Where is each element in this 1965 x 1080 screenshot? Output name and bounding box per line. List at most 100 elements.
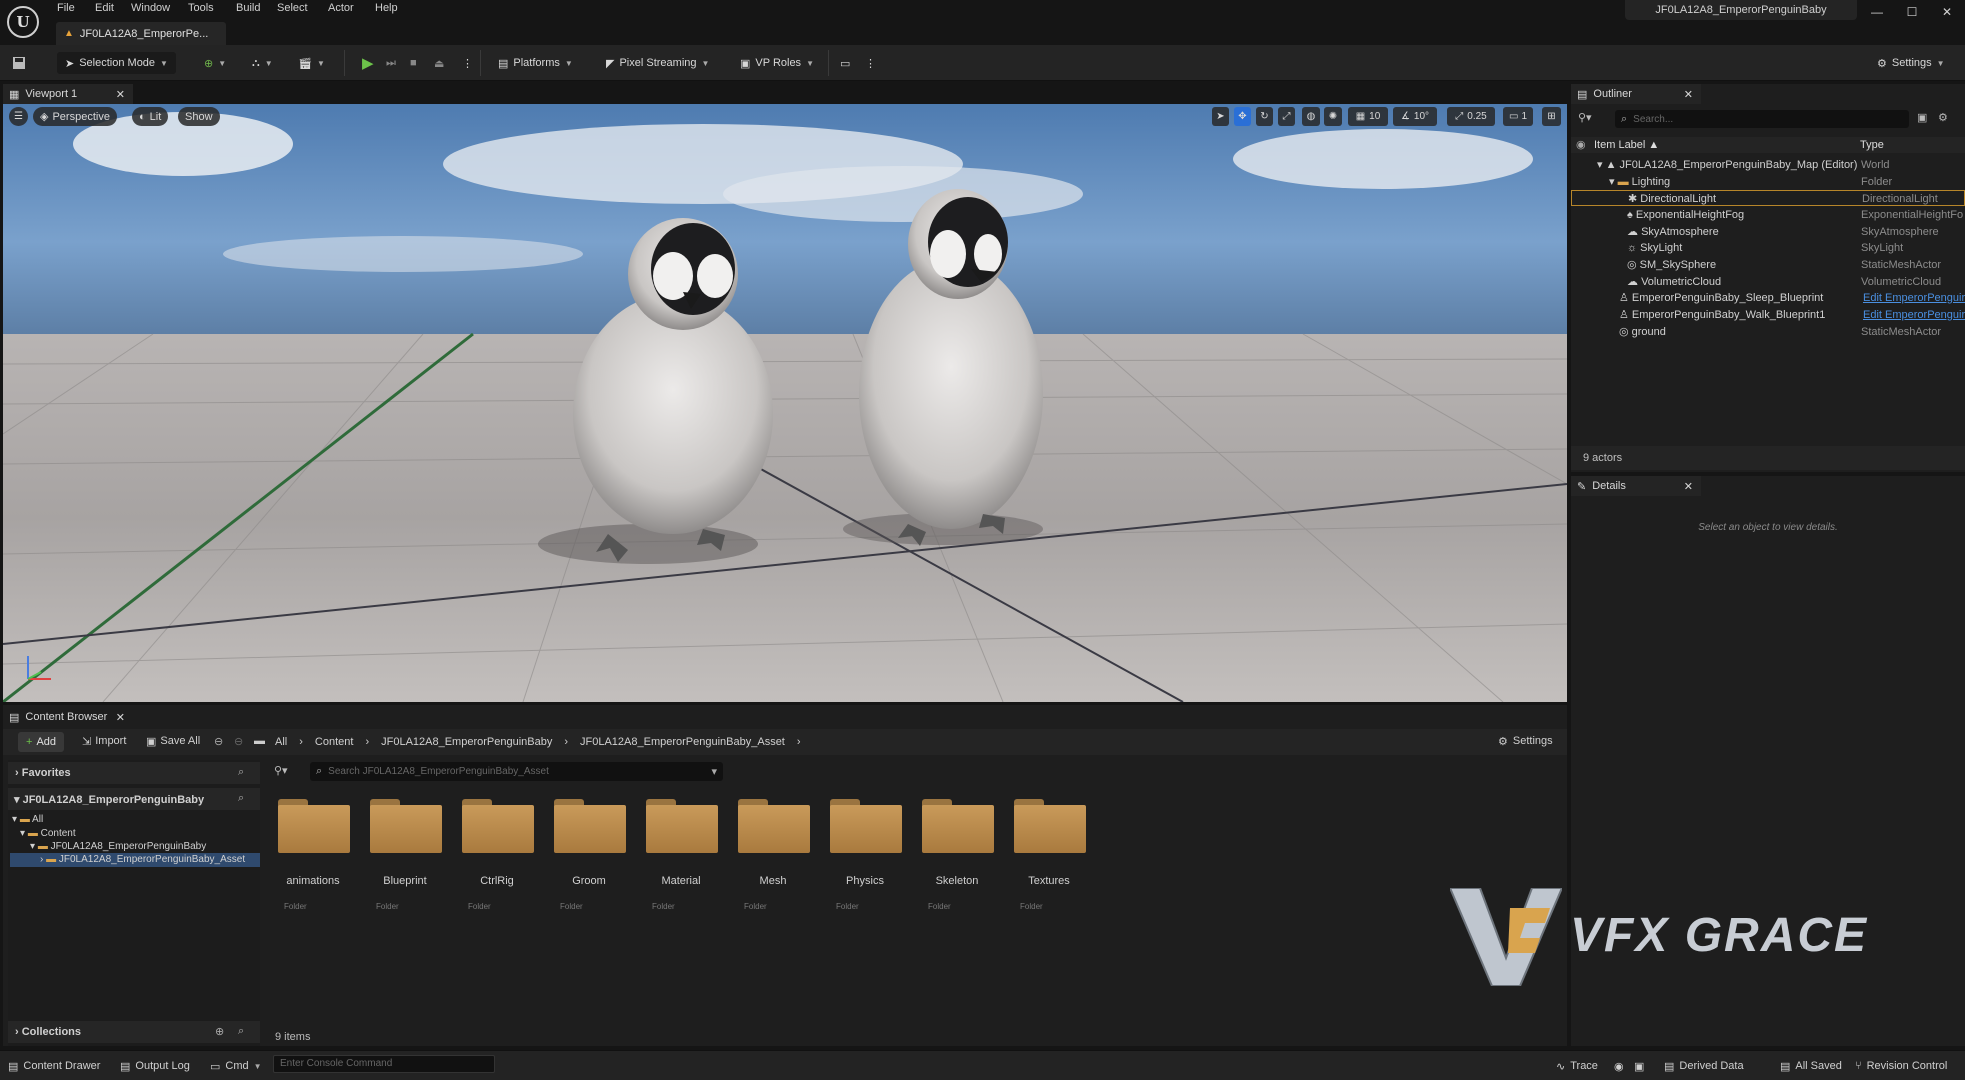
rotate-tool-icon[interactable]: ↻ — [1256, 107, 1273, 126]
blueprint-icon[interactable]: ⛬ ▼ — [252, 52, 273, 74]
column-type[interactable]: Type — [1860, 139, 1884, 151]
perspective-button[interactable]: ◈ Perspective — [33, 107, 117, 126]
close-tab-icon[interactable]: ✕ — [116, 88, 125, 101]
save-all-button[interactable]: ▣ Save All — [146, 735, 200, 748]
filter-icon[interactable]: ⚲▾ — [1578, 111, 1592, 124]
outliner-row[interactable]: ▾ ▲ JF0LA12A8_EmperorPenguinBaby_Map (Ed… — [1571, 157, 1965, 173]
content-drawer-button[interactable]: ▤ Content Drawer — [8, 1058, 100, 1074]
world-space-icon[interactable]: ◍ — [1302, 107, 1320, 126]
eject-icon[interactable]: ⏏ — [434, 52, 444, 74]
menu-actor[interactable]: Actor — [328, 0, 354, 16]
outliner-row[interactable]: ♙ EmperorPenguinBaby_Sleep_Blueprint Edit… — [1571, 290, 1965, 306]
camera-speed-button[interactable]: ▭ 1 — [1503, 107, 1533, 126]
play-icon[interactable]: ▶ — [362, 52, 374, 74]
cmd-dropdown[interactable]: ▭ Cmd ▼ — [210, 1058, 262, 1074]
stop-icon[interactable]: ■ — [410, 52, 417, 74]
play-options-icon[interactable]: ⋮ — [462, 52, 473, 74]
all-saved-button[interactable]: ▤ All Saved — [1780, 1058, 1842, 1074]
revision-control-button[interactable]: ⑂ Revision Control — [1855, 1058, 1947, 1074]
outliner-row[interactable]: ☁ VolumetricCloud VolumetricCloud — [1571, 274, 1965, 290]
outliner-row[interactable]: ♠ ExponentialHeightFog ExponentialHeightF… — [1571, 207, 1965, 223]
menu-help[interactable]: Help — [375, 0, 398, 16]
content-browser-tab[interactable]: ▤ Content Browser ✕ — [3, 707, 133, 727]
tree-item-all[interactable]: ▾ ▬ All — [12, 813, 43, 827]
vp-roles-dropdown[interactable]: ▣ VP Roles ▼ — [740, 52, 814, 74]
add-folder-icon[interactable]: ▣ — [1917, 111, 1927, 124]
actor-count: 9 actors — [1583, 452, 1623, 464]
content-search-input[interactable]: ⌕ Search JF0LA12A8_EmperorPenguinBaby_As… — [310, 762, 723, 781]
add-actor-icon[interactable]: ⊕ ▼ — [204, 52, 226, 74]
surface-snap-icon[interactable]: ✺ — [1324, 107, 1342, 126]
outliner-row[interactable]: ♙ EmperorPenguinBaby_Walk_Blueprint1 Edit… — [1571, 307, 1965, 323]
layout-icon[interactable]: ▭ — [840, 52, 850, 74]
outliner-row[interactable]: ◎ SM_SkySphere StaticMeshActor — [1571, 257, 1965, 273]
filter-icon[interactable]: ⚲▾ — [274, 764, 288, 777]
outliner-row[interactable]: ✱ DirectionalLight DirectionalLight — [1571, 190, 1965, 206]
minimize-icon[interactable]: — — [1862, 2, 1892, 22]
folder-nav-icon[interactable]: ▬ — [254, 735, 265, 747]
scale-tool-icon[interactable]: ⤢ — [1278, 107, 1295, 126]
search-icon[interactable]: ⌕ — [238, 792, 244, 805]
output-log-button[interactable]: ▤ Output Log — [120, 1058, 190, 1074]
outliner-row[interactable]: ☼ SkyLight SkyLight — [1571, 240, 1965, 256]
trace-button[interactable]: ∿ Trace — [1556, 1058, 1598, 1074]
maximize-icon[interactable]: ☐ — [1897, 2, 1927, 22]
cb-settings-button[interactable]: ⚙ Settings — [1498, 735, 1553, 748]
search-icon[interactable]: ⌕ — [238, 1025, 244, 1038]
translate-tool-icon[interactable]: ✥ — [1234, 107, 1251, 126]
outliner-row[interactable]: ▾ ▬ Lighting Folder — [1571, 174, 1965, 190]
menu-select[interactable]: Select — [277, 0, 308, 16]
menu-file[interactable]: File — [57, 0, 75, 16]
outliner-row[interactable]: ☁ SkyAtmosphere SkyAtmosphere — [1571, 224, 1965, 240]
menu-tools[interactable]: Tools — [188, 0, 214, 16]
more-options-icon[interactable]: ⋮ — [865, 52, 876, 74]
cinematics-icon[interactable]: 🎬︎ ▼ — [298, 52, 325, 74]
outliner-row[interactable]: ◎ ground StaticMeshActor — [1571, 324, 1965, 340]
console-input[interactable]: Enter Console Command — [273, 1055, 495, 1073]
viewport-menu-icon[interactable]: ☰ — [9, 107, 28, 126]
record-icon[interactable]: ◉ — [1614, 1058, 1624, 1074]
viewport-scene[interactable] — [3, 104, 1567, 702]
pixel-streaming-dropdown[interactable]: ◤ Pixel Streaming ▼ — [606, 52, 709, 74]
viewport-tab[interactable]: ▦ Viewport 1 ✕ — [3, 84, 133, 104]
import-button[interactable]: ⇲ Import — [82, 735, 126, 748]
settings-button[interactable]: ⚙ Settings ▼ — [1877, 52, 1945, 74]
details-tab[interactable]: ✎ Details ✕ — [1571, 476, 1701, 496]
close-tab-icon[interactable]: ✕ — [1684, 88, 1693, 101]
back-icon[interactable]: ⊖ — [214, 735, 223, 748]
step-icon[interactable]: ⏭ — [386, 52, 396, 74]
platforms-dropdown[interactable]: ▤ Platforms ▼ — [498, 52, 573, 74]
menu-window[interactable]: Window — [131, 0, 170, 16]
forward-icon[interactable]: ⊖ — [234, 735, 243, 748]
rotation-snap-button[interactable]: ∡ 10° — [1393, 107, 1437, 126]
show-button[interactable]: Show — [178, 107, 220, 126]
tree-item-content[interactable]: ▾ ▬ Content — [20, 827, 76, 841]
scale-snap-button[interactable]: ⤢ 0.25 — [1447, 107, 1495, 126]
derived-data-button[interactable]: ▤ Derived Data — [1664, 1058, 1744, 1074]
outliner-tab[interactable]: ▤ Outliner ✕ — [1571, 84, 1701, 104]
lit-button[interactable]: ◐ Lit — [132, 107, 169, 126]
search-icon[interactable]: ⌕ — [238, 766, 244, 779]
grid-snap-button[interactable]: ▦ 10 — [1348, 107, 1388, 126]
add-button[interactable]: + Add — [18, 732, 65, 752]
tree-item-asset[interactable]: › ▬ JF0LA12A8_EmperorPenguinBaby_Asset — [10, 853, 260, 867]
unreal-logo-icon[interactable]: U — [7, 6, 39, 38]
viewport-layout-icon[interactable]: ⊞ — [1542, 107, 1561, 126]
close-window-icon[interactable]: ✕ — [1932, 2, 1962, 22]
search-options-icon[interactable]: ▾ — [711, 765, 717, 778]
document-tab[interactable]: ▲ JF0LA12A8_EmperorPe... — [56, 22, 226, 45]
camera-icon[interactable]: ▣ — [1634, 1058, 1644, 1074]
select-tool-icon[interactable]: ➤ — [1212, 107, 1229, 126]
close-tab-icon[interactable]: ✕ — [1684, 480, 1693, 493]
outliner-settings-icon[interactable]: ⚙ — [1938, 111, 1948, 124]
menu-build[interactable]: Build — [236, 0, 260, 16]
tree-item-project[interactable]: ▾ ▬ JF0LA12A8_EmperorPenguinBaby — [30, 840, 206, 854]
column-item-label[interactable]: Item Label ▲ — [1594, 139, 1659, 151]
outliner-search-input[interactable]: ⌕ Search... — [1615, 110, 1909, 128]
menu-edit[interactable]: Edit — [95, 0, 114, 16]
add-collection-icon[interactable]: ⊕ — [215, 1025, 224, 1038]
close-tab-icon[interactable]: ✕ — [116, 711, 125, 724]
selection-mode-dropdown[interactable]: ➤ Selection Mode ▼ — [57, 52, 176, 74]
save-icon[interactable] — [12, 52, 26, 74]
visibility-eye-icon[interactable]: ◉ — [1576, 138, 1586, 151]
